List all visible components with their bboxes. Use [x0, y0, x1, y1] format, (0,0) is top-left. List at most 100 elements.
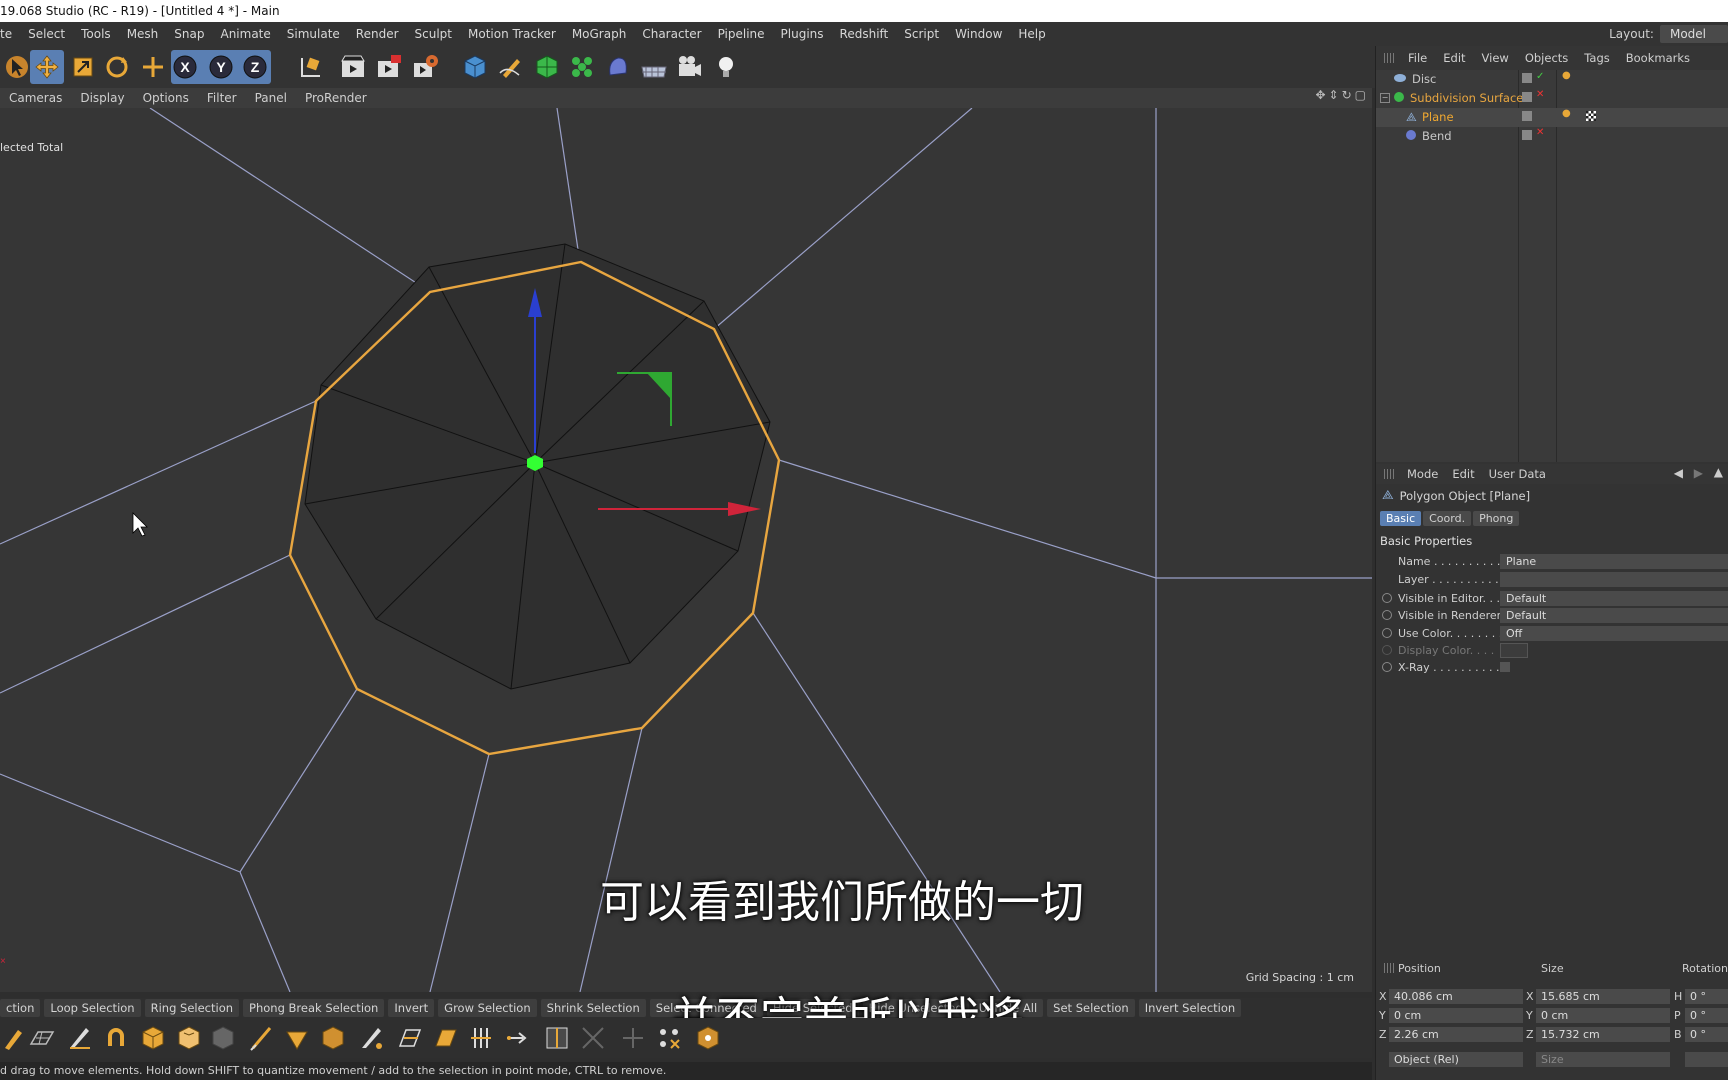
tab-coord[interactable]: Coord. — [1423, 511, 1472, 526]
animation-radio-icon[interactable] — [1382, 593, 1392, 603]
om-menu-view[interactable]: View — [1474, 51, 1517, 65]
magnet-icon[interactable] — [100, 1022, 132, 1054]
add-point-icon[interactable] — [617, 1022, 649, 1054]
extrude-inner-icon[interactable] — [173, 1022, 205, 1054]
animation-radio-icon[interactable] — [1382, 662, 1392, 672]
viewport[interactable]: × lected Total Grid Spacing : 1 cm — [0, 108, 1372, 992]
viewport-menu-filter[interactable]: Filter — [198, 91, 246, 105]
menu-select[interactable]: Select — [20, 27, 73, 41]
layout-dropdown[interactable]: Model — [1659, 25, 1728, 43]
panel-grip-icon[interactable] — [1384, 469, 1394, 479]
apply-button[interactable] — [1685, 1052, 1728, 1067]
dolly-icon[interactable]: ⇕ — [1329, 88, 1339, 102]
position-y-field[interactable]: 0 cm — [1389, 1008, 1523, 1023]
panel-grip-icon[interactable] — [1384, 53, 1394, 63]
object-row-disc[interactable]: Disc ✓ ● — [1376, 70, 1728, 89]
edge-split-icon[interactable] — [541, 1022, 573, 1054]
cmd-grow-selection[interactable]: Grow Selection — [438, 999, 537, 1017]
pen-icon[interactable] — [494, 50, 528, 84]
om-menu-bookmarks[interactable]: Bookmarks — [1618, 51, 1698, 65]
slide-icon[interactable] — [394, 1022, 426, 1054]
rotation-p-field[interactable]: 0 ° — [1685, 1008, 1728, 1023]
visible-in-renderer-dropdown[interactable]: Default — [1500, 608, 1728, 623]
viewport-menu-prorender[interactable]: ProRender — [296, 91, 376, 105]
size-x-field[interactable]: 15.685 cm — [1536, 989, 1670, 1004]
menu-animate[interactable]: Animate — [212, 27, 278, 41]
dissolve-icon[interactable] — [501, 1022, 533, 1054]
viewport-menu-panel[interactable]: Panel — [246, 91, 296, 105]
deformer-icon[interactable] — [601, 50, 635, 84]
layer-icon[interactable] — [1522, 73, 1532, 83]
render-view-icon[interactable] — [336, 50, 370, 84]
collapse-icon[interactable] — [577, 1022, 609, 1054]
move-icon[interactable] — [30, 50, 64, 84]
layer-field[interactable] — [1500, 572, 1728, 587]
cmd-invert-selection[interactable]: Invert Selection — [1138, 999, 1242, 1017]
extrude-icon[interactable] — [137, 1022, 169, 1054]
bridge-icon[interactable] — [317, 1022, 349, 1054]
menu-mesh[interactable]: Mesh — [119, 27, 167, 41]
tag-icon[interactable]: ● — [1562, 70, 1572, 81]
menu-mograph[interactable]: MoGraph — [564, 27, 635, 41]
menu-render[interactable]: Render — [348, 27, 407, 41]
panel-grip-icon[interactable] — [1384, 963, 1394, 973]
menu-help[interactable]: Help — [1010, 27, 1053, 41]
name-field[interactable]: Plane — [1500, 554, 1728, 569]
am-menu-edit[interactable]: Edit — [1445, 467, 1481, 481]
om-menu-tags[interactable]: Tags — [1576, 51, 1617, 65]
menu-character[interactable]: Character — [634, 27, 709, 41]
phong-tag-icon[interactable]: ● — [1562, 108, 1572, 119]
om-menu-edit[interactable]: Edit — [1435, 51, 1473, 65]
menu-window[interactable]: Window — [947, 27, 1010, 41]
animation-radio-icon[interactable] — [1382, 628, 1392, 638]
layer-icon[interactable] — [1522, 130, 1532, 140]
grid-plane-icon[interactable] — [26, 1022, 58, 1054]
cmd-phong-break-selection[interactable]: Phong Break Selection — [243, 999, 385, 1017]
cube-icon[interactable] — [458, 50, 492, 84]
menu-te[interactable]: te — [0, 27, 20, 41]
render-settings-icon[interactable] — [408, 50, 442, 84]
disabled-x-icon[interactable]: ✕ — [1536, 127, 1546, 138]
coordinate-system-icon[interactable] — [294, 50, 328, 84]
layer-icon[interactable] — [1522, 111, 1532, 121]
texture-tag-icon[interactable] — [1586, 111, 1596, 121]
object-row-bend[interactable]: Bend ✕ — [1376, 127, 1728, 146]
visible-in-editor-dropdown[interactable]: Default — [1500, 591, 1728, 606]
menu-snap[interactable]: Snap — [166, 27, 212, 41]
pan-icon[interactable]: ✥ — [1315, 88, 1325, 102]
cmd-loop-selection[interactable]: Loop Selection — [44, 999, 141, 1017]
line-cut-icon[interactable] — [246, 1022, 278, 1054]
am-menu-mode[interactable]: Mode — [1400, 467, 1445, 481]
tab-basic[interactable]: Basic — [1380, 511, 1422, 526]
subdivision-icon[interactable] — [530, 50, 564, 84]
position-x-field[interactable]: 40.086 cm — [1389, 989, 1523, 1004]
size-mode-dropdown[interactable]: Size — [1536, 1052, 1670, 1067]
rotation-b-field[interactable]: 0 ° — [1685, 1027, 1728, 1042]
size-y-field[interactable]: 0 cm — [1536, 1008, 1670, 1023]
cmd-shrink-selection[interactable]: Shrink Selection — [540, 999, 646, 1017]
light-icon[interactable] — [709, 50, 743, 84]
position-z-field[interactable]: 2.26 cm — [1389, 1027, 1523, 1042]
menu-simulate[interactable]: Simulate — [279, 27, 348, 41]
menu-sculpt[interactable]: Sculpt — [407, 27, 460, 41]
menu-pipeline[interactable]: Pipeline — [710, 27, 773, 41]
viewport-menu-options[interactable]: Options — [134, 91, 198, 105]
select-arrow-icon[interactable] — [0, 50, 34, 84]
up-arrow-icon[interactable]: ▲ — [1714, 465, 1723, 479]
x-ray-checkbox[interactable] — [1500, 662, 1510, 672]
orbit-icon[interactable]: ↻ — [1342, 88, 1352, 102]
display-color-swatch[interactable] — [1500, 643, 1528, 658]
cmd-invert[interactable]: Invert — [388, 999, 435, 1017]
cmd-ction[interactable]: ction — [0, 999, 41, 1017]
back-arrow-icon[interactable]: ◀ — [1674, 466, 1683, 480]
am-menu-user-data[interactable]: User Data — [1482, 467, 1553, 481]
camera-icon[interactable] — [673, 50, 707, 84]
layer-icon[interactable] — [1522, 92, 1532, 102]
menu-redshift[interactable]: Redshift — [832, 27, 897, 41]
cloner-icon[interactable] — [565, 50, 599, 84]
enabled-check-icon[interactable]: ✓ — [1536, 71, 1546, 82]
disabled-x-icon[interactable]: ✕ — [1536, 89, 1546, 100]
object-row-plane[interactable]: ⟁ Plane ● — [1376, 108, 1728, 127]
forward-arrow-icon[interactable]: ▶ — [1694, 466, 1703, 480]
weld-icon[interactable] — [356, 1022, 388, 1054]
